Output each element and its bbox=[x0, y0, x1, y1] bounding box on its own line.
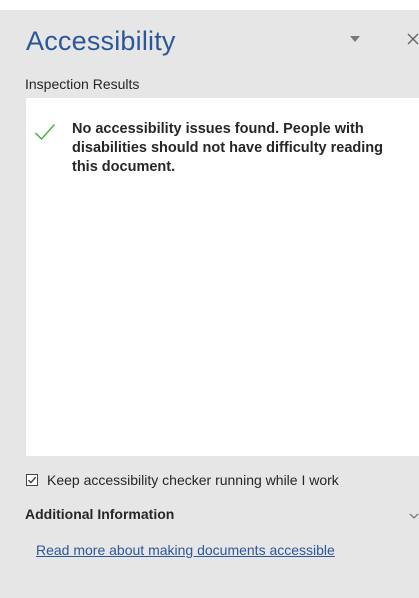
top-strip bbox=[0, 0, 419, 10]
accessibility-pane: Accessibility Inspection Results No acce… bbox=[0, 0, 419, 598]
additional-information-header[interactable]: Additional Information bbox=[25, 504, 419, 526]
checkbox-check-icon bbox=[28, 476, 37, 484]
chevron-down-icon bbox=[409, 513, 419, 519]
triangle-down-icon bbox=[350, 36, 360, 42]
keep-running-checkbox[interactable] bbox=[26, 474, 38, 486]
inspection-results-box: No accessibility issues found. People wi… bbox=[26, 98, 419, 456]
keep-running-label: Keep accessibility checker running while… bbox=[47, 472, 339, 488]
accessibility-info-link[interactable]: Read more about making documents accessi… bbox=[36, 542, 335, 558]
result-message: No accessibility issues found. People wi… bbox=[72, 121, 383, 175]
result-item: No accessibility issues found. People wi… bbox=[34, 120, 419, 177]
close-pane-button[interactable] bbox=[402, 28, 419, 50]
close-icon bbox=[407, 33, 419, 45]
additional-information-title: Additional Information bbox=[25, 506, 175, 522]
pane-options-button[interactable] bbox=[346, 30, 364, 48]
keep-running-option[interactable]: Keep accessibility checker running while… bbox=[26, 472, 339, 488]
checkmark-icon bbox=[34, 123, 56, 141]
inspection-results-heading: Inspection Results bbox=[25, 76, 140, 92]
pane-title: Accessibility bbox=[26, 26, 176, 56]
